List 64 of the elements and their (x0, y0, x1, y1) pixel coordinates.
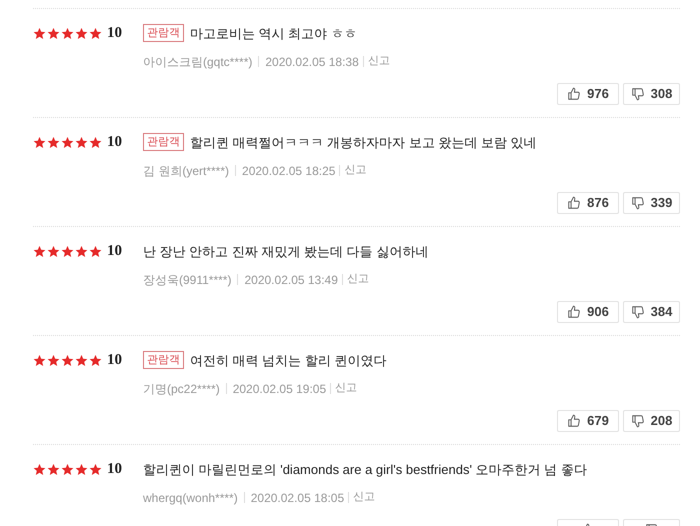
star-icon (47, 26, 60, 40)
rating-score: 10 (107, 460, 122, 479)
star-icon (47, 462, 60, 476)
review-date: 2020.02.05 19:05 (232, 380, 326, 398)
star-icon (75, 26, 88, 40)
thumbs-down-icon (630, 86, 645, 100)
review-text: 난 장난 안하고 진짜 재밌게 봤는데 다들 싫어하네 (143, 242, 428, 260)
thumbs-up-icon (567, 196, 582, 210)
thumbs-down-icon (630, 414, 645, 428)
dislike-button[interactable]: 384 (623, 300, 680, 322)
star-icon (61, 26, 74, 40)
review-date: 2020.02.05 18:25 (242, 162, 336, 180)
review-text: 할리퀸 매력쩔어ㅋㅋㅋ 개봉하자마자 보고 왔는데 보람 있네 (190, 134, 537, 152)
star-icon (89, 26, 102, 40)
star-icon (75, 136, 88, 149)
star-icon (75, 244, 88, 258)
review-text: 마고로비는 역시 최고야 ㅎㅎ (190, 24, 357, 42)
like-button[interactable]: 876 (557, 192, 619, 214)
dislike-button[interactable]: 308 (623, 82, 680, 104)
review-text: 여전히 매력 넘치는 할리 퀸이였다 (190, 352, 386, 370)
thumbs-up-icon (567, 414, 582, 428)
audience-tag: 관람객 (143, 24, 184, 42)
star-icon (47, 244, 60, 258)
review-date: 2020.02.05 13:49 (244, 272, 338, 288)
author-name: 장성욱(9911****) (143, 272, 232, 288)
like-button[interactable]: 679 (557, 410, 619, 432)
thumbs-down-icon (630, 304, 645, 318)
thumbs-up-icon (567, 86, 582, 100)
thumbs-down-icon (630, 196, 645, 210)
star-icon (75, 354, 88, 367)
star-icon (61, 244, 74, 258)
like-button[interactable]: 976 (557, 82, 619, 104)
star-icon (47, 136, 60, 149)
star-icon (89, 354, 102, 367)
review-date: 2020.02.05 18:38 (265, 54, 359, 70)
audience-tag: 관람객 (143, 351, 184, 370)
star-icon (61, 354, 74, 367)
star-icon (33, 462, 46, 476)
thumbs-up-icon (567, 304, 582, 318)
review-text: 할리퀸이 마릴린먼로의 'diamonds are a girl's bestfriends' 오마주한거 넘 좋다 (143, 460, 587, 479)
star-icon (47, 354, 60, 367)
star-icon (89, 462, 102, 476)
author-name: 기명(pc22****) (143, 380, 220, 398)
review-date: 2020.02.05 18:05 (250, 490, 344, 506)
star-icon (89, 244, 102, 258)
star-icon (75, 462, 88, 476)
audience-tag: 관람객 (143, 133, 184, 152)
like-button[interactable]: 906 (557, 300, 619, 322)
dislike-button[interactable]: 339 (623, 192, 680, 214)
rating-score: 10 (107, 133, 122, 152)
star-icon (33, 136, 46, 149)
star-icon (33, 244, 46, 258)
star-icon (33, 354, 46, 367)
star-icon (89, 136, 102, 149)
rating-score: 10 (107, 24, 122, 43)
author-name: 김 원희(yert****) (143, 162, 230, 180)
star-icon (33, 26, 46, 40)
rating-score: 10 (107, 351, 122, 370)
rating-score: 10 (107, 242, 122, 261)
author-name: 아이스크림(gqtc****) (143, 54, 252, 70)
star-icon (61, 462, 74, 476)
dislike-button[interactable]: 208 (623, 410, 680, 432)
star-icon (61, 136, 74, 149)
author-name: whergq(wonh****) (143, 490, 238, 506)
